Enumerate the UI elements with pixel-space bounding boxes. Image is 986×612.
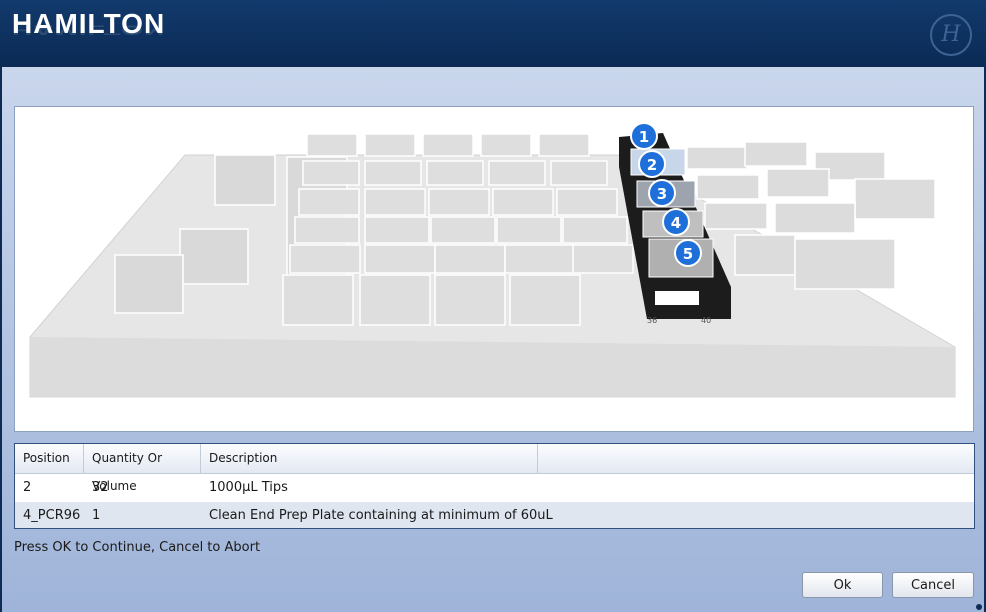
svg-text:36: 36 (647, 316, 657, 325)
cell-quantity: 32 (92, 480, 109, 495)
cell-quantity: 1 (92, 508, 101, 523)
column-header-quantity[interactable]: Quantity Or Volume (84, 444, 201, 493)
cancel-button[interactable]: Cancel (892, 572, 974, 598)
marker-1-label: 1 (639, 128, 649, 146)
cell-position: 2 (23, 480, 32, 495)
load-items-table: Position Quantity Or Volume Description … (14, 443, 975, 529)
dialog-body: 36 40 1 2 3 4 5 Position Quantity Or Vol… (0, 67, 986, 612)
marker-4-label: 4 (671, 214, 681, 232)
deck-illustration: 36 40 1 2 3 4 5 (29, 122, 956, 398)
table-header: Position Quantity Or Volume Description (15, 444, 974, 493)
title-banner: HAMILTON HAMILTON H (0, 0, 986, 67)
resize-grip-icon[interactable] (976, 604, 982, 610)
marker-2-label: 2 (647, 156, 657, 174)
cell-position: 4_PCR96 (23, 508, 81, 523)
column-header-empty (538, 444, 974, 473)
marker-5-label: 5 (683, 245, 693, 263)
marker-3-label: 3 (657, 185, 667, 203)
deck-layout-view: 36 40 1 2 3 4 5 (14, 106, 974, 432)
deck-front-face (30, 337, 955, 397)
ok-button[interactable]: Ok (802, 572, 883, 598)
plate-grid (282, 133, 634, 326)
column-header-description[interactable]: Description (201, 444, 538, 473)
column-header-position[interactable]: Position (15, 444, 84, 473)
hamilton-emblem-icon: H (930, 14, 972, 56)
instruction-text: Press OK to Continue, Cancel to Abort (14, 540, 261, 555)
cell-description: Clean End Prep Plate containing at minim… (209, 508, 553, 523)
cell-description: 1000µL Tips (209, 480, 288, 495)
logo-reflection: HAMILTON (12, 22, 166, 39)
svg-text:40: 40 (701, 316, 711, 325)
table-row[interactable]: 4_PCR96 1 Clean End Prep Plate containin… (15, 502, 974, 528)
table-row[interactable]: 2 32 1000µL Tips (15, 474, 974, 502)
